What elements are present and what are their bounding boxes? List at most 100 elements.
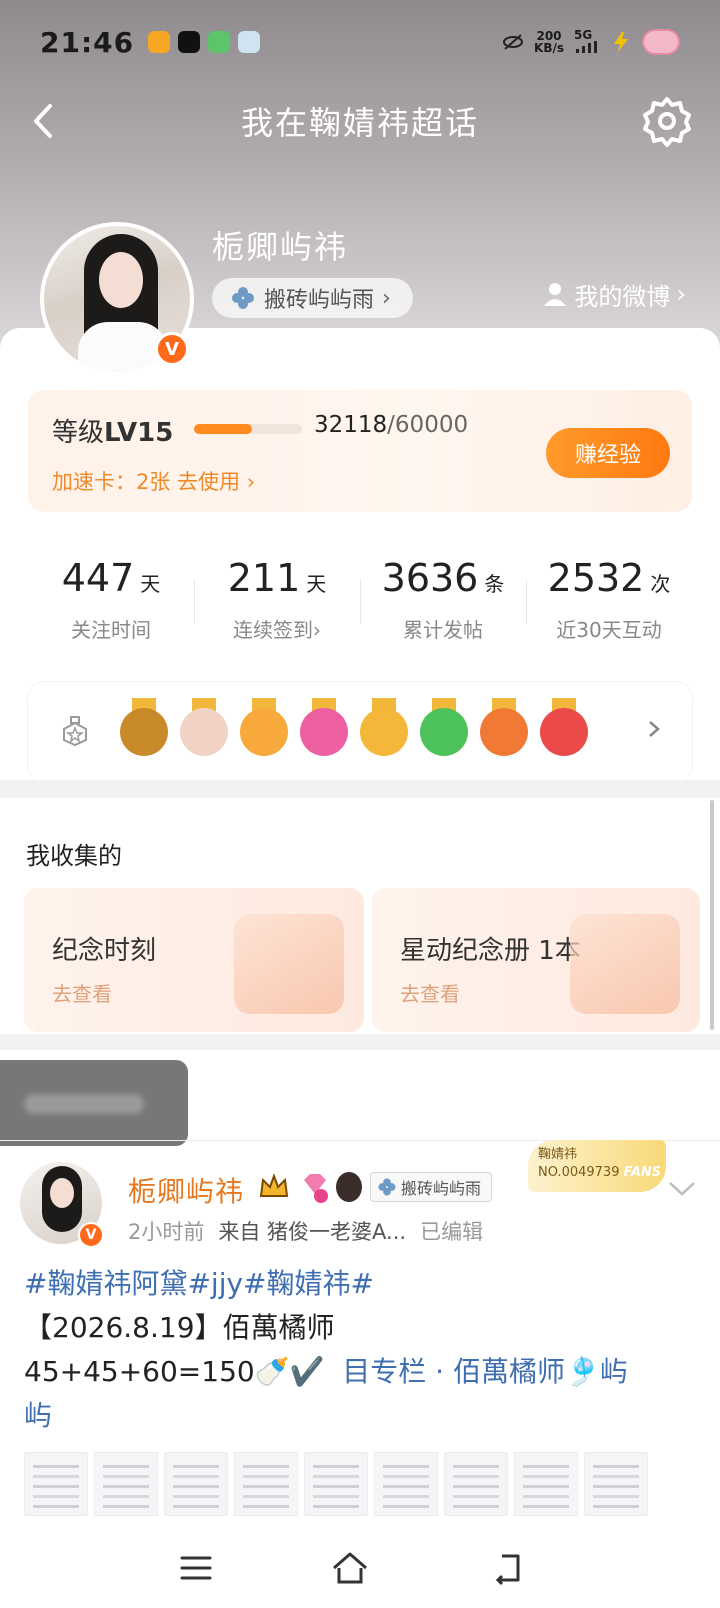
post-text-link[interactable]: 🎐屿: [565, 1355, 628, 1388]
clover-icon: [232, 287, 254, 309]
post-image-thumb[interactable]: [234, 1452, 298, 1516]
badges-card[interactable]: [28, 682, 692, 782]
status-bar: 21:46 200 KB/s 5G: [0, 0, 720, 84]
level-progress-bar: [194, 424, 302, 434]
video-app-icon: [208, 31, 231, 53]
100days-medal-icon[interactable]: [480, 698, 528, 758]
collection-title: 我收集的: [26, 842, 122, 870]
column-link[interactable]: 目专栏 · 佰萬橘师: [342, 1355, 565, 1388]
game-app-icon: [238, 31, 261, 53]
post-image-thumb[interactable]: [514, 1452, 578, 1516]
post-hashtags[interactable]: #鞠婧祎阿黛#jjy#鞠婧祎#: [24, 1262, 700, 1306]
post-body[interactable]: #鞠婧祎阿黛#jjy#鞠婧祎# 【2026.8.19】佰萬橘师 45+45+60…: [24, 1262, 700, 1438]
fans-badge-row: NO.0049739 FANS: [538, 1164, 666, 1182]
charging-icon: [614, 32, 628, 52]
section-divider: [0, 780, 720, 798]
medal-body: [540, 708, 588, 756]
clover-icon: [378, 1178, 396, 1196]
notification-icons: [148, 31, 261, 53]
fans-badge-number: NO.0049739: [538, 1165, 620, 1180]
settings-gear-icon[interactable]: [640, 94, 694, 148]
post-image-thumb[interactable]: [24, 1452, 88, 1516]
chevron-right-icon[interactable]: [644, 714, 664, 744]
stat-label: 累计发帖: [403, 618, 483, 642]
avatar-medal-icon[interactable]: [180, 698, 228, 758]
medal-body: [420, 708, 468, 756]
trophy-medal-icon[interactable]: [540, 698, 588, 758]
fans-badge[interactable]: 鞠婧祎 NO.0049739 FANS: [528, 1140, 666, 1192]
crown-icon: [259, 1173, 289, 1197]
stat-label: 近30天互动: [556, 618, 662, 642]
post-source[interactable]: 来自 猪俊一老婆A...: [218, 1220, 406, 1244]
stat-checkin-days[interactable]: 211 天 连续签到›: [194, 528, 360, 668]
weibo-app-icon: [148, 31, 171, 53]
post-image-thumb[interactable]: [444, 1452, 508, 1516]
level-card: 等级LV15 32118/60000 加速卡：2张 去使用 › 赚经验: [28, 390, 692, 512]
chevron-down-icon[interactable]: [666, 1178, 698, 1200]
medal-outline-icon: [63, 716, 87, 746]
hand-medal-icon[interactable]: [420, 698, 468, 758]
menu-icon[interactable]: [176, 1548, 216, 1588]
blurred-tab[interactable]: [0, 1060, 188, 1146]
user-title-label: 搬砖屿屿雨: [264, 288, 375, 313]
post-text: 45+45+60=150🍼✔️: [24, 1355, 325, 1388]
lv15-medal-icon[interactable]: [300, 698, 348, 758]
chevron-right-icon: ›: [382, 285, 391, 311]
verified-badge-icon: V: [78, 1222, 104, 1248]
stat-value: 447: [61, 556, 135, 600]
medal-body: [180, 708, 228, 756]
stat-label: 连续签到›: [194, 614, 360, 643]
super-medal-icon[interactable]: [120, 698, 168, 758]
post-image-thumb[interactable]: [94, 1452, 158, 1516]
user-title-badge[interactable]: 搬砖屿屿雨 ›: [212, 278, 413, 318]
collection-card-title: 星动纪念册 1本: [400, 936, 581, 966]
back-icon[interactable]: [22, 96, 72, 146]
post-line: 【2026.8.19】佰萬橘师: [24, 1311, 335, 1344]
post-edited[interactable]: 已编辑: [420, 1220, 483, 1244]
network-type: 5G: [574, 28, 593, 42]
post-text-link[interactable]: 屿: [24, 1394, 700, 1438]
level-label: 等级LV15: [52, 412, 173, 449]
badge-list: [120, 698, 588, 758]
medal-body: [300, 708, 348, 756]
speed-card-label: 加速卡：2张 去使用: [52, 470, 241, 494]
post-image-thumb[interactable]: [584, 1452, 648, 1516]
hi-medal-icon[interactable]: [360, 698, 408, 758]
stat-value: 3636: [381, 556, 479, 600]
post-image-thumb[interactable]: [164, 1452, 228, 1516]
post-author-tag-label: 搬砖屿屿雨: [401, 1179, 482, 1198]
level-progress-fill: [194, 424, 252, 434]
chat-app-icon: [178, 31, 201, 53]
post-author-tag[interactable]: 搬砖屿屿雨: [370, 1172, 493, 1202]
eye-off-icon: [503, 34, 524, 50]
collection-card-subtitle: 去查看: [400, 982, 460, 1006]
person-icon: [544, 283, 567, 306]
post-image-strip[interactable]: [24, 1452, 648, 1516]
status-right: 200 KB/s 5G: [502, 29, 680, 55]
post-time: 2小时前: [128, 1220, 205, 1244]
post-image-thumb[interactable]: [374, 1452, 438, 1516]
lv15-diamond-icon: [304, 1174, 328, 1203]
stat-unit: 天: [140, 572, 161, 596]
earn-exp-button[interactable]: 赚经验: [546, 428, 670, 478]
collection-card-moments[interactable]: 纪念时刻 去查看: [24, 888, 364, 1032]
collection-card-album[interactable]: 星动纪念册 1本 去查看: [372, 888, 700, 1032]
medal-body: [240, 708, 288, 756]
crown-medal-icon[interactable]: [240, 698, 288, 758]
medal-body: [480, 708, 528, 756]
home-icon[interactable]: [330, 1548, 370, 1588]
back-nav-icon[interactable]: [490, 1548, 530, 1588]
speed-card-link[interactable]: 加速卡：2张 去使用 ›: [52, 466, 255, 496]
my-weibo-label: 我的微博: [574, 282, 671, 311]
mini-avatar-icon: [336, 1172, 362, 1202]
system-navigation-bar: [0, 1530, 720, 1608]
post-image-thumb[interactable]: [304, 1452, 368, 1516]
post-author-name[interactable]: 栀卿屿祎: [128, 1170, 244, 1210]
nav-bar: 我在鞠婧祎超话: [0, 88, 720, 154]
avatar-face: [99, 252, 143, 308]
my-weibo-link[interactable]: 我的微博 ›: [542, 274, 686, 314]
level-count: 32118/60000: [314, 412, 468, 438]
collection-card-subtitle: 去查看: [52, 982, 112, 1006]
scrollbar[interactable]: [710, 800, 714, 1030]
stat-follow-days: 447 天 关注时间: [28, 528, 194, 668]
